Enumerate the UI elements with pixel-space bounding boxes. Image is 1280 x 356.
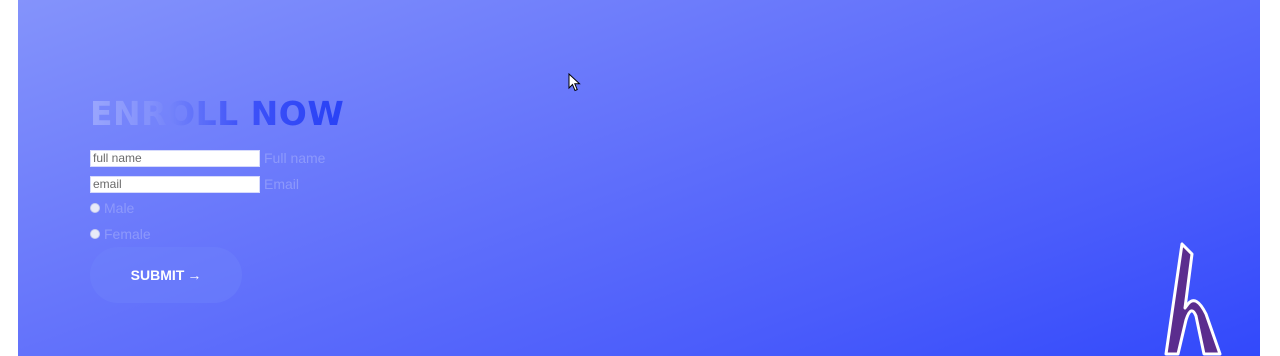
male-radio[interactable] bbox=[90, 203, 100, 213]
email-row: Email bbox=[90, 175, 299, 193]
arrow-right-icon: → bbox=[187, 267, 202, 283]
full-name-label: Full name bbox=[264, 150, 326, 166]
full-name-row: Full name bbox=[90, 149, 325, 167]
enroll-page: ENROLL NOW Full name Email Male Female S… bbox=[18, 0, 1260, 356]
gender-male-option[interactable]: Male bbox=[90, 200, 134, 216]
email-input[interactable] bbox=[90, 175, 260, 193]
mouse-pointer-icon bbox=[568, 73, 581, 92]
submit-label: SUBMIT bbox=[130, 267, 185, 283]
h-logo-icon bbox=[1164, 242, 1222, 356]
page-title: ENROLL NOW bbox=[90, 94, 345, 133]
submit-button[interactable]: SUBMIT → bbox=[90, 247, 242, 303]
full-name-input[interactable] bbox=[90, 149, 260, 167]
female-radio[interactable] bbox=[90, 229, 100, 239]
male-label: Male bbox=[104, 200, 135, 216]
female-label: Female bbox=[104, 226, 151, 242]
email-label: Email bbox=[264, 176, 300, 192]
gender-female-option[interactable]: Female bbox=[90, 226, 151, 242]
